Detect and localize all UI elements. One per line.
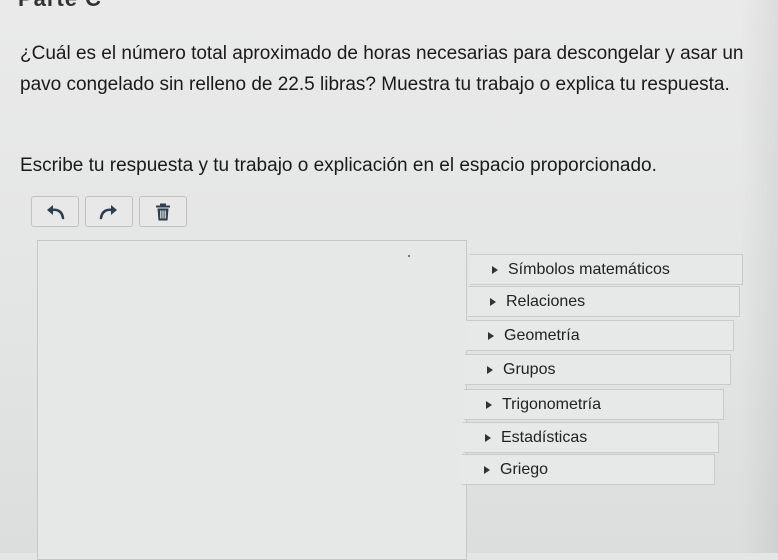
category-label: Relaciones [506, 292, 586, 310]
category-label: Griego [500, 460, 549, 478]
palette-category-trigonometry[interactable]: Trigonometría [464, 389, 724, 420]
cursor-mark [408, 255, 410, 257]
undo-icon [47, 204, 65, 219]
category-label: Geometría [504, 326, 580, 344]
answer-input-area[interactable] [37, 240, 467, 560]
palette-category-geometry[interactable]: Geometría [466, 320, 734, 351]
category-label: Trigonometría [502, 395, 601, 413]
category-label: Símbolos matemáticos [508, 260, 670, 278]
page-edge-shadow [740, 0, 778, 553]
expand-triangle-icon [486, 400, 492, 409]
expand-triangle-icon [487, 365, 493, 374]
palette-category-greek[interactable]: Griego [462, 454, 715, 485]
palette-category-statistics[interactable]: Estadísticas [463, 422, 719, 453]
question-text: ¿Cuál es el número total aproximado de h… [20, 43, 744, 95]
redo-icon [99, 204, 117, 219]
expand-triangle-icon [490, 297, 496, 306]
palette-category-relations[interactable]: Relaciones [468, 286, 740, 317]
clear-button[interactable] [139, 196, 187, 227]
palette-category-math-symbols[interactable]: Símbolos matemáticos [470, 254, 743, 285]
palette-category-groups[interactable]: Grupos [465, 354, 731, 385]
undo-button[interactable] [31, 196, 79, 227]
expand-triangle-icon [484, 465, 490, 474]
redo-button[interactable] [85, 196, 133, 227]
expand-triangle-icon [485, 433, 491, 442]
section-heading: Parte C [18, 0, 102, 12]
expand-triangle-icon [492, 265, 498, 274]
instruction-text: Escribe tu respuesta y tu trabajo o expl… [20, 155, 657, 176]
page: Parte C ¿Cuál es el número total aproxim… [0, 0, 778, 560]
editor-toolbar [31, 196, 187, 227]
trash-icon [156, 203, 170, 220]
category-label: Estadísticas [501, 428, 588, 446]
expand-triangle-icon [488, 331, 494, 340]
category-label: Grupos [503, 360, 556, 378]
